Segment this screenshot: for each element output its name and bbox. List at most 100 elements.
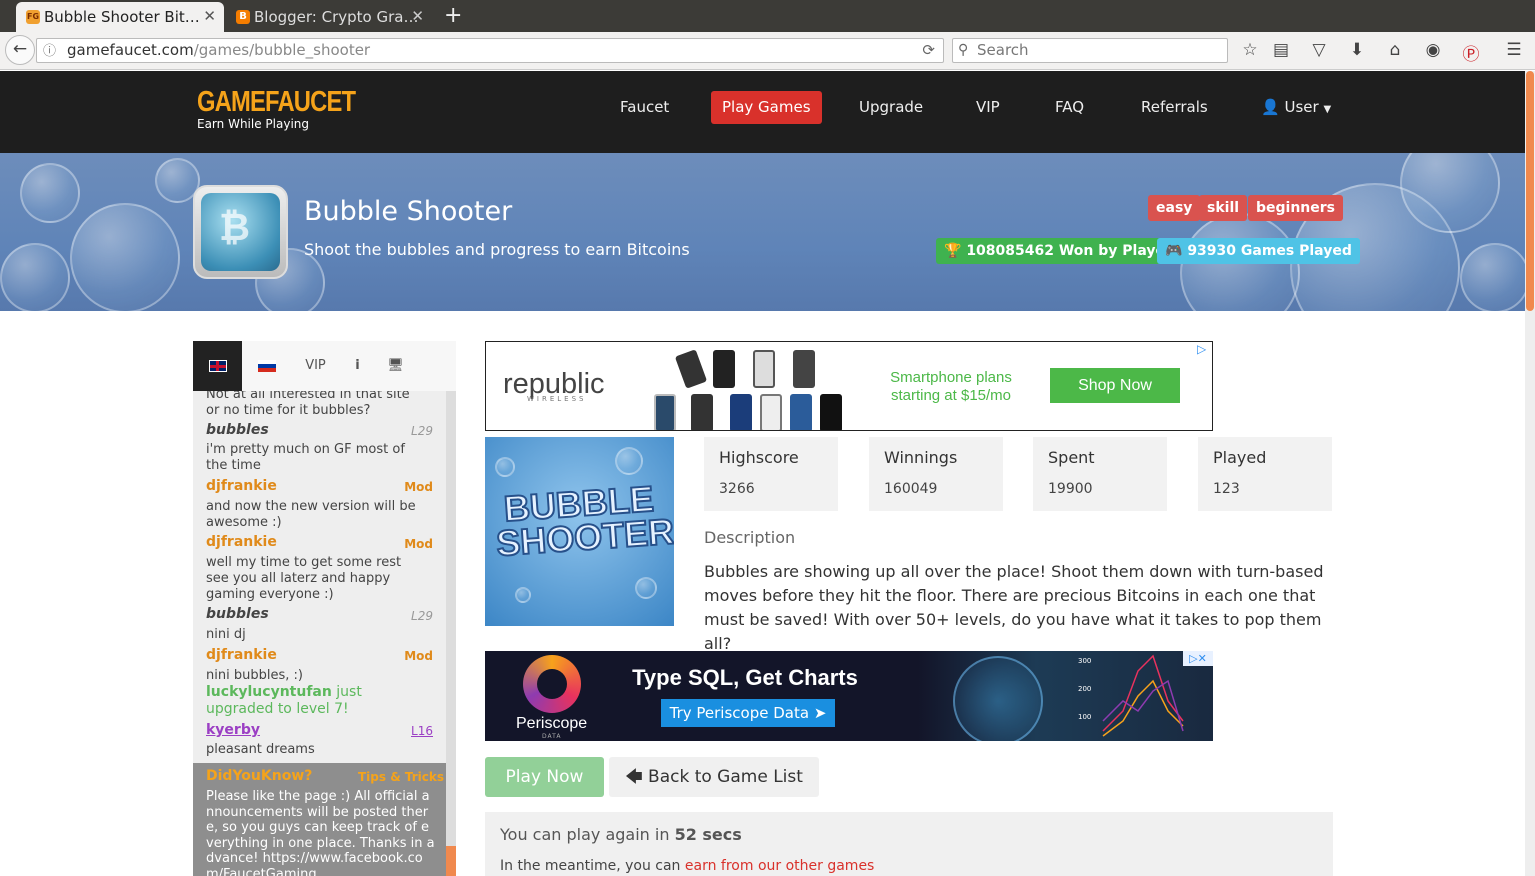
- advertisement-periscope-data[interactable]: Periscope DATA Type SQL, Get Charts Try …: [485, 651, 1213, 741]
- tab-blogger[interactable]: B Blogger: Crypto Gra… ✕: [226, 2, 432, 32]
- user-icon: 👤: [1261, 98, 1280, 116]
- site-tagline: Earn While Playing: [197, 117, 309, 131]
- site-header: GAMEFAUCET Earn While Playing Faucet Pla…: [0, 71, 1525, 153]
- chat-icon[interactable]: ◉: [1422, 40, 1444, 60]
- ad-brand-sub: WIRELESS: [527, 395, 587, 403]
- new-tab-button[interactable]: +: [444, 3, 462, 28]
- chat-user-rank: Mod: [404, 537, 433, 551]
- won-by-players-badge: 🏆 108085462 Won by Players: [936, 238, 1189, 264]
- chat-username[interactable]: luckylucyntufan: [206, 684, 332, 700]
- chat-tab-info[interactable]: i: [340, 341, 375, 391]
- shop-now-button[interactable]: Shop Now: [1050, 368, 1180, 403]
- nav-vip[interactable]: VIP: [965, 91, 1011, 124]
- user-menu[interactable]: 👤 User ▼: [1250, 91, 1342, 124]
- user-menu-label: User: [1284, 98, 1319, 116]
- scrollbar-thumb[interactable]: [1526, 71, 1534, 311]
- monitor-icon[interactable]: 🖥: [378, 341, 413, 391]
- stat-label: Played: [1213, 448, 1267, 467]
- chat-messages[interactable]: Not at all interested in that site or no…: [193, 391, 446, 763]
- game-description: Bubbles are showing up all over the plac…: [704, 562, 1324, 653]
- chat-username[interactable]: kyerby: [206, 722, 260, 738]
- stat-value: 19900: [1048, 481, 1093, 497]
- back-to-game-list-button[interactable]: 🡄 Back to Game List: [609, 757, 819, 797]
- scrollbar-thumb[interactable]: [446, 846, 456, 876]
- bubble-decoration: [70, 203, 180, 311]
- chat-username[interactable]: bubbles: [206, 422, 269, 438]
- site-logo[interactable]: GAMEFAUCET: [197, 86, 356, 119]
- ad-headline: Type SQL, Get Charts: [632, 665, 858, 690]
- play-again-prefix: You can play again in: [500, 825, 675, 844]
- chat-message-text: nini bubbles, :): [206, 668, 303, 683]
- bubble-decoration: [20, 163, 80, 223]
- chat-scrollbar[interactable]: [446, 391, 456, 876]
- play-again-panel: You can play again in 52 secs In the mea…: [485, 812, 1333, 876]
- try-periscope-button[interactable]: Try Periscope Data ➤: [661, 699, 835, 727]
- won-by-players-text: 108085462 Won by Players: [966, 243, 1181, 259]
- chat-tab-russian[interactable]: [242, 341, 291, 391]
- play-again-text: You can play again in 52 secs: [500, 825, 742, 844]
- chat-message-text: and now the new version will be awesome …: [206, 499, 416, 530]
- ad-cta-label: Try Periscope Data: [669, 704, 810, 722]
- chat-tab-vip[interactable]: VIP: [291, 341, 340, 391]
- nav-faq[interactable]: FAQ: [1044, 91, 1095, 124]
- back-arrow-icon[interactable]: ←: [5, 35, 35, 65]
- browser-tab-strip: FG Bubble Shooter Bit… ✕ B Blogger: Cryp…: [0, 0, 1535, 32]
- periscope-logo-icon: [523, 655, 581, 713]
- menu-icon[interactable]: ☰: [1503, 40, 1525, 60]
- tag-beginners[interactable]: beginners: [1248, 195, 1344, 221]
- nav-referrals[interactable]: Referrals: [1130, 91, 1219, 124]
- nav-faucet[interactable]: Faucet: [609, 91, 680, 124]
- info-icon[interactable]: ⓘ: [43, 41, 56, 63]
- stat-winnings: Winnings 160049: [869, 437, 1003, 511]
- chart-axis-label: 200: [1078, 685, 1092, 693]
- play-now-button[interactable]: Play Now: [485, 757, 604, 797]
- description-heading: Description: [704, 528, 796, 547]
- close-tab-icon[interactable]: ✕: [203, 7, 216, 25]
- gamepad-icon: 🎮: [1165, 243, 1183, 259]
- tag-easy[interactable]: easy: [1148, 195, 1201, 221]
- chat-user-rank: Mod: [404, 480, 433, 494]
- tips-tricks-label: Tips & Tricks: [358, 770, 444, 784]
- ad-brand: Periscope: [516, 715, 588, 732]
- reload-icon[interactable]: ⟳: [922, 39, 935, 61]
- search-input[interactable]: ⚲ Search: [952, 38, 1228, 63]
- advertisement-republic-wireless[interactable]: republic WIRELESS Smartphone plans start…: [485, 341, 1213, 431]
- chat-username[interactable]: bubbles: [206, 606, 269, 622]
- chat-tab-english[interactable]: [193, 341, 242, 391]
- download-icon[interactable]: ⬇: [1346, 40, 1368, 60]
- chat-username[interactable]: djfrankie: [206, 478, 277, 494]
- game-title: Bubble Shooter: [304, 196, 513, 227]
- page-scrollbar[interactable]: [1525, 71, 1535, 876]
- chat-user-rank: L29: [411, 609, 433, 623]
- arrow-left-icon: 🡄: [625, 767, 643, 787]
- chat-username[interactable]: djfrankie: [206, 534, 277, 550]
- nav-upgrade[interactable]: Upgrade: [848, 91, 934, 124]
- chat-message-text: pleasant dreams: [206, 742, 315, 757]
- other-games-link[interactable]: earn from our other games: [685, 858, 874, 874]
- close-tab-icon[interactable]: ✕: [411, 7, 424, 25]
- game-thumbnail[interactable]: BUBBLE SHOOTER: [485, 437, 674, 626]
- blogger-favicon-icon: B: [236, 10, 250, 24]
- tab-bubble-shooter[interactable]: FG Bubble Shooter Bit… ✕: [16, 2, 224, 32]
- stat-label: Spent: [1048, 448, 1095, 467]
- tag-skill[interactable]: skill: [1199, 195, 1248, 221]
- chat-user-rank: Mod: [404, 649, 433, 663]
- pinterest-icon[interactable]: Ⓟ: [1460, 40, 1482, 65]
- nav-play-games[interactable]: Play Games: [711, 91, 822, 124]
- chat-username[interactable]: djfrankie: [206, 647, 277, 663]
- chat-user-rank: L16: [411, 724, 433, 738]
- reading-list-icon[interactable]: ▤: [1270, 40, 1292, 60]
- adchoices-close-icon[interactable]: ▷✕: [1183, 651, 1213, 666]
- games-played-text: 93930 Games Played: [1187, 243, 1352, 259]
- stat-label: Highscore: [719, 448, 799, 467]
- url-bar[interactable]: ⓘ gamefaucet.com/games/bubble_shooter ⟳: [36, 38, 944, 63]
- pocket-icon[interactable]: ▽: [1308, 40, 1330, 60]
- bookmark-star-icon[interactable]: ☆: [1239, 40, 1261, 60]
- meantime-text: In the meantime, you can earn from our o…: [500, 858, 874, 874]
- chat-message-text: nini dj: [206, 627, 246, 642]
- did-you-know-text: Please like the page :) All official ann…: [206, 789, 435, 876]
- home-icon[interactable]: ⌂: [1384, 40, 1406, 60]
- caret-down-icon: ▼: [1323, 104, 1332, 115]
- chart-axis-label: 100: [1078, 713, 1092, 721]
- adchoices-icon[interactable]: ▷: [1197, 342, 1212, 357]
